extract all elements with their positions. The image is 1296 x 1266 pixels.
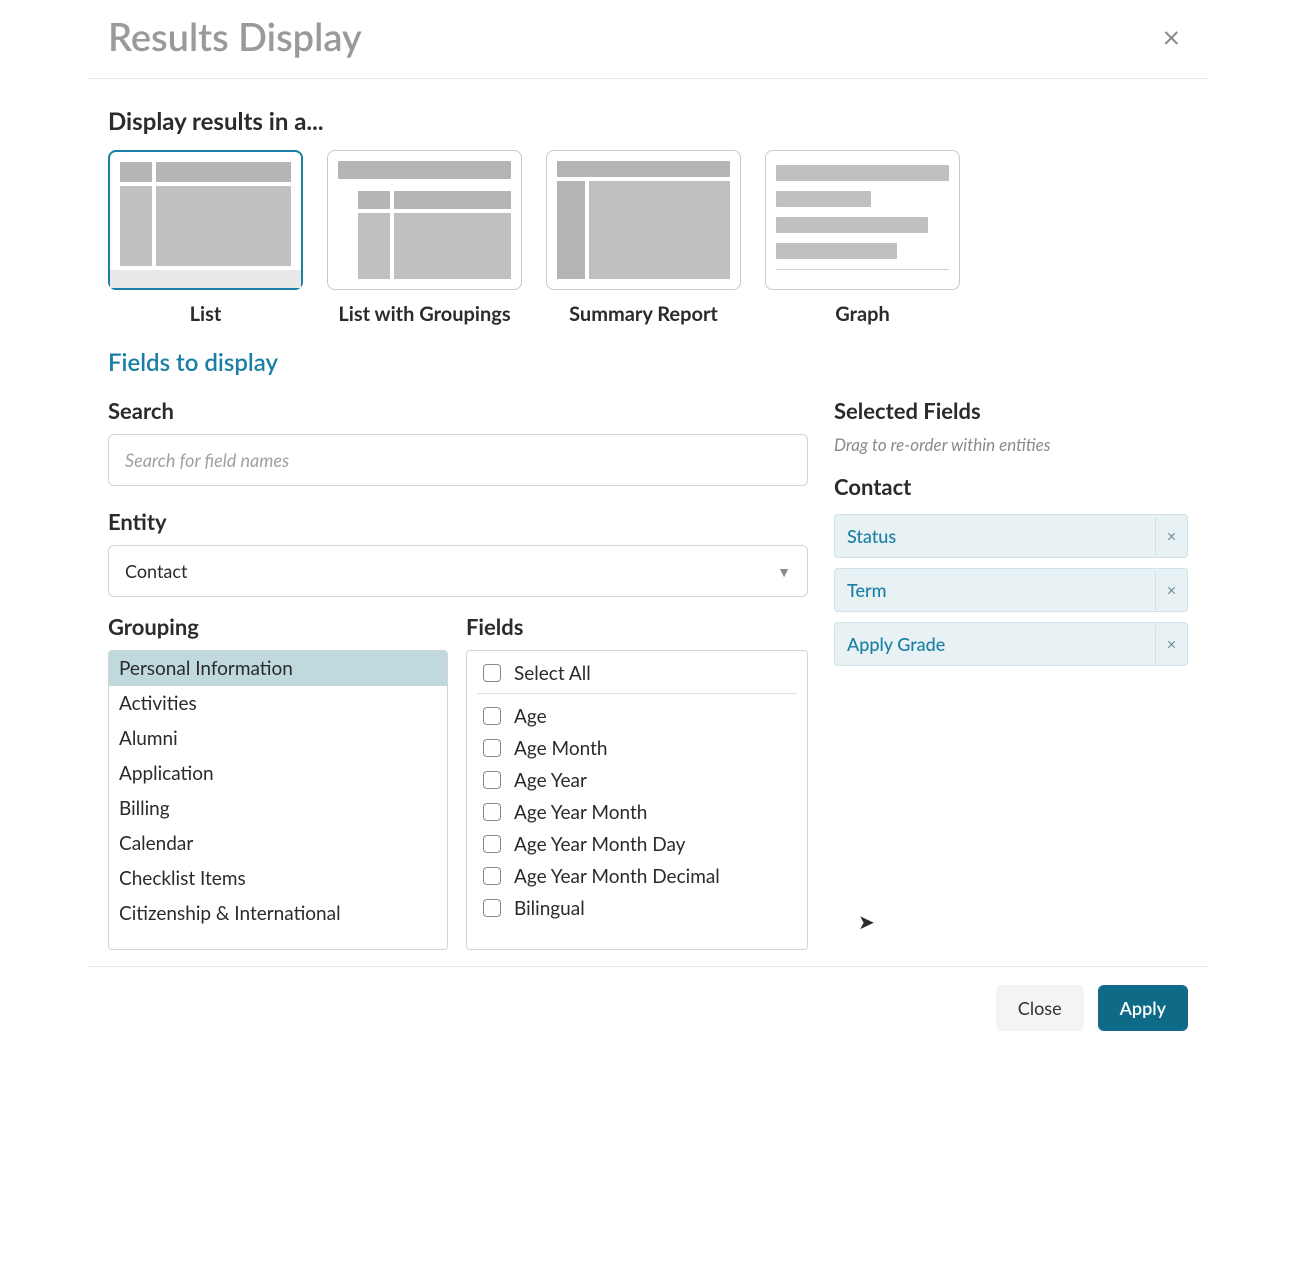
fields-label: Fields — [466, 613, 808, 640]
option-summary-report-label: Summary Report — [569, 302, 718, 326]
option-graph-label: Graph — [835, 302, 890, 326]
grouping-item[interactable]: Billing — [109, 791, 447, 826]
chip-remove-icon[interactable]: × — [1155, 571, 1187, 610]
grouping-item[interactable]: Application — [109, 756, 447, 791]
grouping-item[interactable]: Personal Information — [109, 651, 447, 686]
field-checkbox[interactable] — [483, 739, 501, 757]
field-row[interactable]: Age Year Month Decimal — [477, 860, 797, 892]
close-button[interactable]: Close — [996, 985, 1084, 1031]
fields-panel: Select All Age Age Month Age Year Age Year M… — [466, 650, 808, 950]
field-checkbox[interactable] — [483, 835, 501, 853]
search-label: Search — [108, 397, 808, 424]
grouping-item[interactable]: Calendar — [109, 826, 447, 861]
option-list-with-groupings[interactable] — [327, 150, 522, 290]
selected-entity-name: Contact — [834, 473, 1188, 500]
fields-to-display-title: Fields to display — [108, 348, 1188, 377]
field-name: Age — [514, 705, 547, 728]
field-checkbox[interactable] — [483, 867, 501, 885]
selected-chips: Status×Term×Apply Grade× — [834, 514, 1188, 666]
field-row[interactable]: Age Month — [477, 732, 797, 764]
field-checkbox[interactable] — [483, 707, 501, 725]
select-all-row[interactable]: Select All — [477, 657, 797, 689]
field-row[interactable]: Age Year — [477, 764, 797, 796]
grouping-panel: Personal InformationActivitiesAlumniAppl… — [108, 650, 448, 950]
option-summary-report[interactable] — [546, 150, 741, 290]
selected-fields-hint: Drag to re-order within entities — [834, 434, 1188, 455]
entity-select[interactable]: Contact ▼ — [108, 545, 808, 597]
grouping-label: Grouping — [108, 613, 448, 640]
chip-label: Status — [835, 515, 1155, 557]
search-input[interactable] — [108, 434, 808, 486]
field-checkbox[interactable] — [483, 899, 501, 917]
chip-remove-icon[interactable]: × — [1155, 517, 1187, 556]
display-in-heading: Display results in a... — [108, 107, 1188, 136]
chevron-down-icon: ▼ — [777, 563, 791, 580]
field-name: Age Year Month Day — [514, 833, 685, 856]
chip-label: Term — [835, 569, 1155, 611]
field-row[interactable]: Age — [477, 700, 797, 732]
selected-field-chip[interactable]: Apply Grade× — [834, 622, 1188, 666]
select-all-checkbox[interactable] — [483, 664, 501, 682]
field-row[interactable]: Bilingual — [477, 892, 797, 924]
close-icon[interactable]: × — [1155, 18, 1188, 56]
selected-fields-heading: Selected Fields — [834, 397, 1188, 424]
select-all-label: Select All — [514, 662, 591, 685]
option-list-with-groupings-label: List with Groupings — [338, 302, 510, 326]
dialog-body: Display results in a... List — [88, 79, 1208, 950]
field-name: Bilingual — [514, 897, 585, 920]
grouping-item[interactable]: Checklist Items — [109, 861, 447, 896]
field-row[interactable]: Age Year Month Day — [477, 828, 797, 860]
field-name: Age Year Month Decimal — [514, 865, 720, 888]
chip-label: Apply Grade — [835, 623, 1155, 665]
selected-field-chip[interactable]: Status× — [834, 514, 1188, 558]
option-list[interactable] — [108, 150, 303, 290]
entity-label: Entity — [108, 508, 808, 535]
grouping-item[interactable]: Activities — [109, 686, 447, 721]
field-row[interactable]: Age Year Month — [477, 796, 797, 828]
grouping-item[interactable]: Alumni — [109, 721, 447, 756]
field-checkbox[interactable] — [483, 771, 501, 789]
option-list-label: List — [190, 302, 222, 326]
chip-remove-icon[interactable]: × — [1155, 625, 1187, 664]
grouping-item[interactable]: Citizenship & International — [109, 896, 447, 931]
field-name: Age Year Month — [514, 801, 647, 824]
dialog-title: Results Display — [108, 14, 362, 60]
field-name: Age Year — [514, 769, 587, 792]
field-name: Age Month — [514, 737, 608, 760]
entity-value: Contact — [125, 560, 187, 582]
dialog-header: Results Display × — [88, 0, 1208, 79]
display-options: List List with Groupings — [108, 150, 1188, 326]
apply-button[interactable]: Apply — [1098, 985, 1188, 1031]
field-checkbox[interactable] — [483, 803, 501, 821]
results-display-dialog: Results Display × Display results in a..… — [88, 0, 1208, 1049]
dialog-footer: Close Apply — [88, 966, 1208, 1049]
selected-field-chip[interactable]: Term× — [834, 568, 1188, 612]
option-graph[interactable] — [765, 150, 960, 290]
